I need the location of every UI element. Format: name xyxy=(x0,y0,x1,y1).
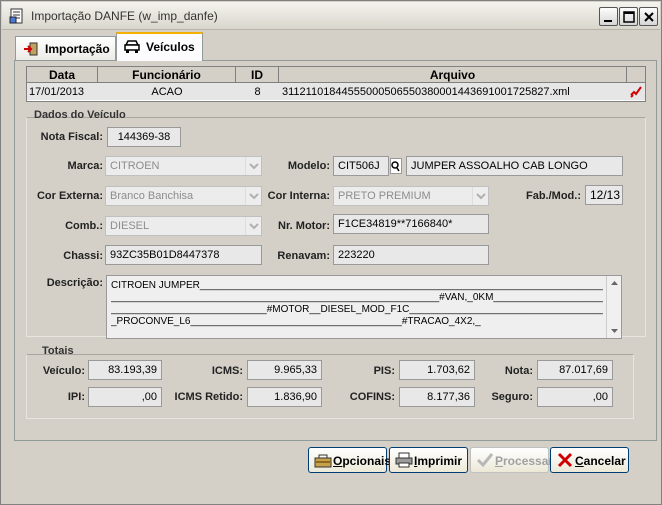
button-label: Imprimir xyxy=(414,454,463,468)
comb-value: DIESEL xyxy=(110,220,150,232)
chevron-down-icon[interactable] xyxy=(245,187,261,205)
marca-value: CITROEN xyxy=(110,160,160,172)
vehicles-tab-panel: Data Funcionário ID Arquivo 17/01/2013 A… xyxy=(14,60,657,441)
icms-retido-label: ICMS Retido: xyxy=(174,391,243,403)
close-button[interactable] xyxy=(639,7,658,26)
window-title: Importação DANFE (w_imp_danfe) xyxy=(31,9,218,23)
totals-title: Totais xyxy=(42,345,74,357)
nr-motor-field[interactable]: F1CE34819**7166840* xyxy=(333,214,489,234)
imprimir-button[interactable]: Imprimir xyxy=(389,447,468,473)
import-door-icon xyxy=(23,41,39,60)
close-icon xyxy=(644,12,654,22)
nota-total-field[interactable]: 87.017,69 xyxy=(537,360,613,380)
title-bar[interactable]: Importação DANFE (w_imp_danfe) xyxy=(2,2,660,30)
pis-label: PIS: xyxy=(373,365,395,377)
veiculo-label: Veículo: xyxy=(42,365,85,377)
chevron-down-icon[interactable] xyxy=(472,187,488,205)
button-label: Opcionais xyxy=(333,454,392,468)
cofins-label: COFINS: xyxy=(349,391,395,403)
cell-arquivo: 3112110184455500050655038000144369100172… xyxy=(282,86,570,98)
check-mark-icon xyxy=(629,84,643,103)
process-check-icon xyxy=(476,452,494,468)
fab-mod-field[interactable]: 12/13 xyxy=(585,185,623,205)
cor-interna-select[interactable]: PRETO PREMIUM xyxy=(333,186,489,206)
cor-interna-value: PRETO PREMIUM xyxy=(338,190,431,202)
seguro-total-field[interactable]: ,00 xyxy=(537,387,613,407)
main-window: Importação DANFE (w_imp_danfe) Importaçã… xyxy=(0,0,662,505)
tab-importacao[interactable]: Importação xyxy=(15,36,116,60)
opcionais-button[interactable]: Opcionais xyxy=(308,447,391,473)
nota-fiscal-label: Nota Fiscal: xyxy=(40,131,103,143)
descricao-line: _PROCONVE_L6____________________________… xyxy=(111,316,481,327)
processar-button[interactable]: Processar xyxy=(470,447,553,473)
ipi-label: IPI: xyxy=(67,391,85,403)
marca-label: Marca: xyxy=(67,160,103,172)
chevron-down-icon[interactable] xyxy=(245,157,261,175)
column-header-filler xyxy=(627,67,645,83)
icms-retido-total-field[interactable]: 1.836,90 xyxy=(247,387,322,407)
fab-mod-label: Fab./Mod.: xyxy=(526,190,581,202)
cor-externa-label: Cor Externa: xyxy=(36,190,103,202)
button-label: Processar xyxy=(495,454,554,468)
comb-select[interactable]: DIESEL xyxy=(105,216,262,236)
cancelar-button[interactable]: Cancelar xyxy=(550,447,629,473)
column-header[interactable]: ID xyxy=(236,67,279,83)
tab-label: Importação xyxy=(45,42,110,56)
lookup-icon xyxy=(391,161,400,172)
marca-select[interactable]: CITROEN xyxy=(105,156,262,176)
cofins-total-field[interactable]: 8.177,36 xyxy=(399,387,475,407)
nota-fiscal-field[interactable]: 144369-38 xyxy=(107,127,181,147)
comb-label: Comb.: xyxy=(65,220,103,232)
printer-icon xyxy=(395,452,413,468)
modelo-label: Modelo: xyxy=(287,160,330,172)
descricao-line: ________________________________________… xyxy=(111,292,603,303)
seguro-label: Seguro: xyxy=(491,391,533,403)
chassi-label: Chassi: xyxy=(63,250,103,262)
cell-data: 17/01/2013 xyxy=(29,86,85,98)
cell-funcionario: ACAO xyxy=(151,86,183,98)
renavam-field[interactable]: 223220 xyxy=(333,245,489,265)
descricao-label: Descrição: xyxy=(46,277,103,289)
pis-total-field[interactable]: 1.703,62 xyxy=(399,360,475,380)
files-grid[interactable]: Data Funcionário ID Arquivo 17/01/2013 A… xyxy=(26,66,646,102)
tab-veiculos[interactable]: Veículos xyxy=(116,32,203,61)
lookup-button[interactable] xyxy=(390,158,402,174)
minimize-icon xyxy=(604,20,612,22)
column-header[interactable]: Arquivo xyxy=(279,67,627,83)
renavam-label: Renavam: xyxy=(277,250,330,262)
cell-id: 8 xyxy=(254,86,261,98)
chassi-field[interactable]: 93ZC35B01D8447378 xyxy=(105,245,262,265)
options-toolbox-icon xyxy=(314,452,332,468)
descricao-line: CITROEN JUMPER__________________________… xyxy=(111,280,603,291)
cancel-x-icon xyxy=(556,452,574,468)
cor-externa-value: Branco Banchisa xyxy=(110,190,194,202)
cor-interna-label: Cor Interna: xyxy=(267,190,330,202)
nr-motor-label: Nr. Motor: xyxy=(278,220,330,232)
modelo-field[interactable]: JUMPER ASSOALHO CAB LONGO xyxy=(406,156,623,176)
car-icon xyxy=(123,39,141,58)
maximize-icon xyxy=(623,11,635,23)
modelo-code-field[interactable]: CIT506J xyxy=(333,156,389,176)
column-header[interactable]: Funcionário xyxy=(98,67,236,83)
vertical-scrollbar[interactable] xyxy=(606,276,621,338)
cor-externa-select[interactable]: Branco Banchisa xyxy=(105,186,262,206)
icms-total-field[interactable]: 9.965,33 xyxy=(247,360,322,380)
descricao-line: ____________________________#MOTOR__DIES… xyxy=(111,304,603,315)
nota-label: Nota: xyxy=(504,365,533,377)
veiculo-total-field[interactable]: 83.193,39 xyxy=(88,360,162,380)
icms-label: ICMS: xyxy=(211,365,243,377)
chevron-down-icon[interactable] xyxy=(245,217,261,235)
tab-label: Veículos xyxy=(146,40,195,54)
app-document-icon xyxy=(9,8,25,24)
button-label: Cancelar xyxy=(575,454,626,468)
maximize-button[interactable] xyxy=(619,7,638,26)
column-header[interactable]: Data xyxy=(27,67,98,83)
minimize-button[interactable] xyxy=(599,7,618,26)
vehicle-data-title: Dados do Veículo xyxy=(34,109,126,121)
descricao-textarea[interactable]: CITROEN JUMPER__________________________… xyxy=(106,275,622,339)
ipi-total-field[interactable]: ,00 xyxy=(88,387,162,407)
